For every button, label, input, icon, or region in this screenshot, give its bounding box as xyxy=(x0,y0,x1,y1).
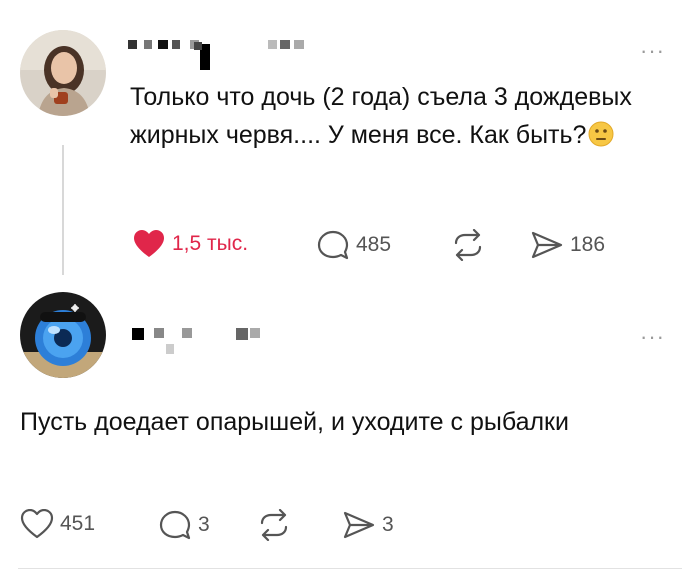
avatar-replier[interactable] xyxy=(20,292,106,378)
send-icon xyxy=(531,231,563,259)
repost-button[interactable] xyxy=(256,509,292,541)
comment-icon xyxy=(317,230,349,260)
reply-count: 485 xyxy=(356,233,392,256)
like-button[interactable]: 1,5 тыс. xyxy=(132,229,248,259)
repost-button[interactable] xyxy=(450,229,486,261)
share-button[interactable]: 186 xyxy=(530,229,605,261)
more-icon[interactable]: ··· xyxy=(640,40,665,62)
like-count: 451 xyxy=(60,512,96,535)
repost-icon xyxy=(454,229,482,261)
comment-icon xyxy=(159,510,191,540)
heart-icon xyxy=(20,509,54,539)
like-button[interactable]: 451 xyxy=(20,509,95,539)
avatar-author[interactable] xyxy=(20,30,106,116)
share-button[interactable]: 3 xyxy=(342,509,394,541)
comment-button[interactable]: 3 xyxy=(158,509,210,541)
repost-icon xyxy=(260,509,288,541)
divider xyxy=(18,568,682,569)
like-count: 1,5 тыс. xyxy=(172,232,249,255)
thread-line xyxy=(62,145,64,275)
redacted-username xyxy=(128,38,328,72)
more-icon[interactable]: ··· xyxy=(640,326,665,348)
post-text: Пусть доедает опарышей, и уходите с рыба… xyxy=(20,403,580,441)
reply-count: 3 xyxy=(198,513,210,536)
post-text-content: Только что дочь (2 года) съела 3 дождевы… xyxy=(130,83,632,149)
post-text-content: Пусть доедает опарышей, и уходите с рыба… xyxy=(20,408,569,436)
redacted-username xyxy=(132,326,272,360)
comment-button[interactable]: 485 xyxy=(316,229,391,261)
send-icon xyxy=(343,511,375,539)
share-count: 186 xyxy=(570,233,606,256)
share-count: 3 xyxy=(382,513,394,536)
heart-icon xyxy=(134,230,164,257)
post-text: Только что дочь (2 года) съела 3 дождевы… xyxy=(130,78,690,158)
neutral-face-emoji xyxy=(588,120,614,158)
